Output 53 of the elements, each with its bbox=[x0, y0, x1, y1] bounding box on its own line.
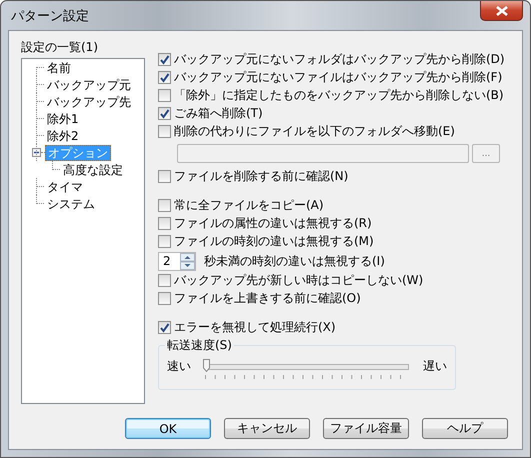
checkbox[interactable] bbox=[158, 70, 171, 84]
tree-item[interactable]: 名前 bbox=[44, 60, 74, 76]
checkbox[interactable] bbox=[158, 198, 171, 212]
checkbox-label: 常に全ファイルをコピー(A) bbox=[174, 196, 324, 214]
checkbox[interactable] bbox=[158, 124, 171, 138]
checkbox-label: バックアップ元にないファイルはバックアップ先から削除(F) bbox=[174, 68, 502, 86]
checkbox-label: ファイルの属性の違いは無視する(R) bbox=[174, 214, 372, 232]
close-button[interactable] bbox=[480, 1, 523, 21]
checkmark-icon bbox=[159, 54, 170, 64]
group-title: 転送速度(S) bbox=[165, 337, 234, 354]
slider-max-label: 遅い bbox=[423, 358, 447, 375]
checkbox[interactable] bbox=[158, 88, 171, 102]
collapse-icon[interactable] bbox=[32, 148, 41, 157]
checkbox-label: バックアップ元にないフォルダはバックアップ先から削除(D) bbox=[174, 50, 505, 68]
dialog-button[interactable]: ヘルプ bbox=[422, 418, 508, 439]
tree-label: 設定の一覧(1) bbox=[21, 39, 99, 56]
checkbox-label: ごみ箱へ削除(T) bbox=[174, 104, 263, 122]
spin-field[interactable]: 2 bbox=[158, 252, 196, 271]
spin-value[interactable]: 2 bbox=[159, 253, 180, 270]
checkbox[interactable] bbox=[158, 292, 171, 304]
checkmark-icon bbox=[159, 322, 170, 332]
window-title: パターン設定 bbox=[11, 8, 89, 25]
tree-item[interactable]: バックアップ元 bbox=[44, 76, 134, 92]
tree-item[interactable]: タイマ bbox=[44, 178, 86, 194]
checkbox-label: ファイルを上書きする前に確認(O) bbox=[174, 290, 361, 306]
tree-item[interactable]: バックアップ先 bbox=[44, 94, 134, 110]
tree-item[interactable]: 高度な設定 bbox=[60, 162, 126, 178]
close-icon bbox=[496, 6, 508, 16]
checkbox-label: ファイルの時刻の違いは無視する(M) bbox=[174, 232, 374, 250]
checkbox[interactable] bbox=[158, 234, 171, 248]
checkbox-label: 「除外」に指定したものをバックアップ先から削除しない(B) bbox=[174, 86, 504, 104]
checkmark-icon bbox=[159, 108, 170, 118]
checkbox[interactable] bbox=[158, 216, 171, 230]
checkbox-label: ファイルを削除する前に確認(N) bbox=[174, 168, 348, 184]
checkbox[interactable] bbox=[158, 52, 171, 66]
spin-arrows-icon bbox=[180, 253, 195, 270]
checkbox-label: バックアップ先が新しい時はコピーしない(W) bbox=[174, 272, 424, 288]
checkbox[interactable] bbox=[158, 320, 171, 334]
checkbox[interactable] bbox=[158, 106, 171, 120]
slider-min-label: 速い bbox=[167, 358, 191, 375]
tree-item[interactable]: 除外1 bbox=[44, 110, 82, 126]
tree-item[interactable]: システム bbox=[44, 196, 98, 212]
slider-thumb[interactable] bbox=[203, 358, 210, 372]
dialog-button[interactable]: OK bbox=[125, 418, 211, 439]
checkmark-icon bbox=[159, 72, 170, 82]
checkbox-label: 削除の代わりにファイルを以下のフォルダへ移動(E) bbox=[174, 122, 455, 140]
tree-item[interactable]: 除外2 bbox=[44, 128, 82, 144]
checkbox[interactable] bbox=[158, 274, 171, 286]
spin-label: 秒未満の時刻の違いは無視する(I) bbox=[204, 253, 385, 270]
dialog-button[interactable]: ファイル容量 bbox=[323, 418, 409, 439]
dialog-button[interactable]: キャンセル bbox=[224, 418, 310, 439]
checkbox-label: エラーを無視して処理続行(X) bbox=[174, 318, 336, 336]
checkbox[interactable] bbox=[158, 170, 171, 182]
